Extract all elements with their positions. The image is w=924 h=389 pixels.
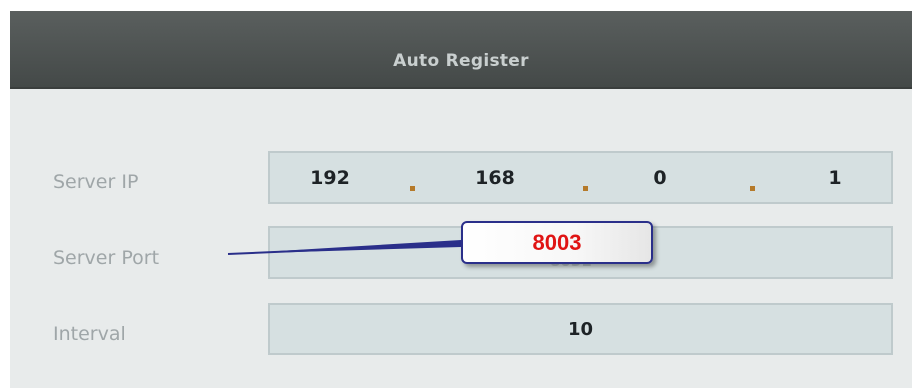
port-callout-text: 8003 bbox=[532, 229, 582, 255]
port-callout-box: 8003 bbox=[461, 221, 653, 264]
callout-pointer-line bbox=[227, 240, 462, 255]
pointer-line bbox=[227, 243, 462, 255]
